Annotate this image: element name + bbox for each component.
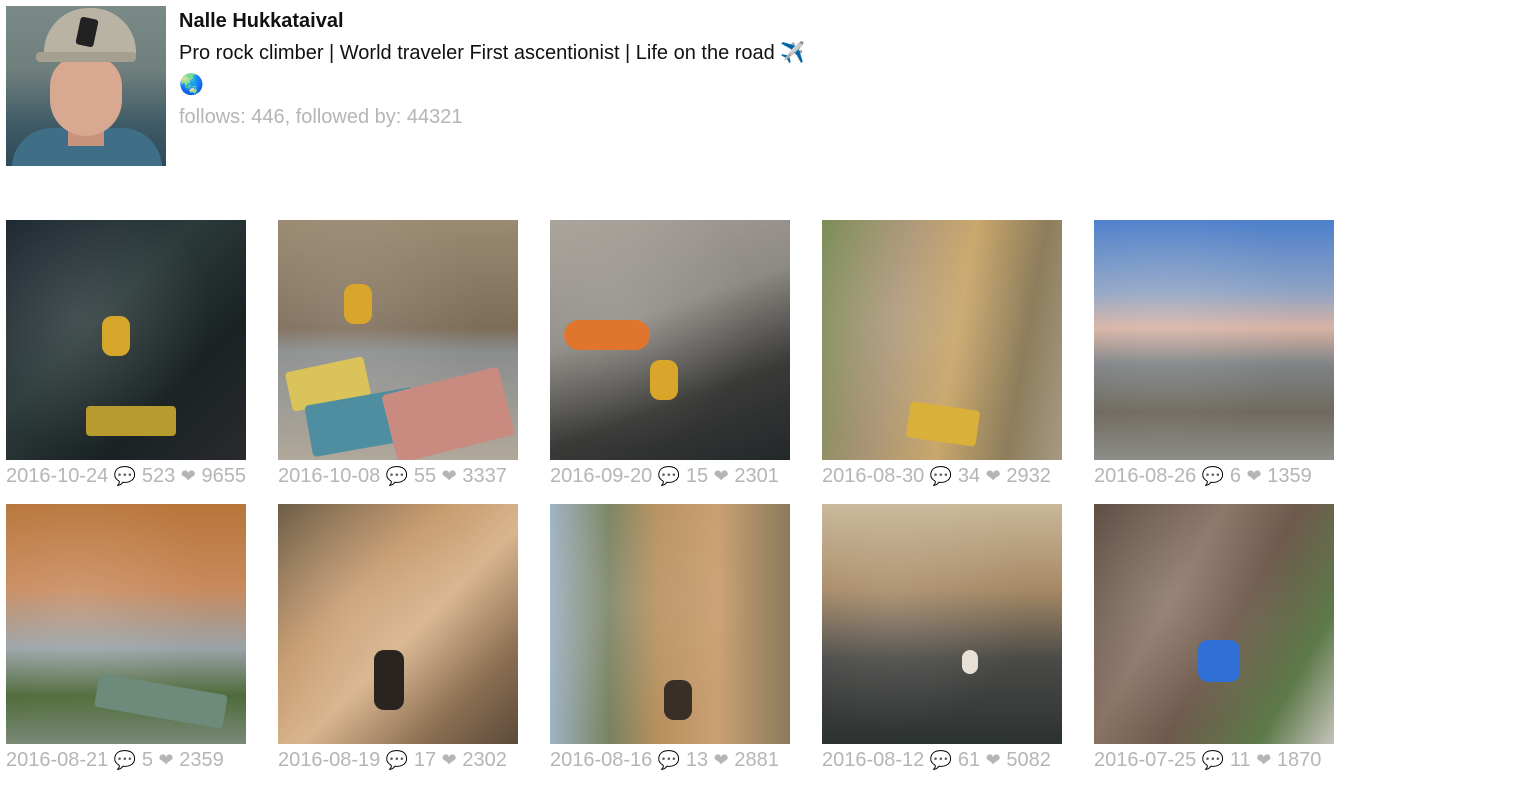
post-photo[interactable] xyxy=(822,220,1062,460)
comment-count: 13 xyxy=(685,749,709,771)
profile-bio: Pro rock climber | World traveler First … xyxy=(179,42,806,96)
heart-icon: ❤ xyxy=(713,750,729,770)
post-item: 2016-08-19 💬 17 ❤ 2302 xyxy=(278,504,550,788)
comment-count: 11 xyxy=(1229,749,1251,771)
post-row: 2016-10-24 💬 523 ❤ 9655 2016-10-08 💬 55 … xyxy=(6,220,1506,504)
post-photo[interactable] xyxy=(278,504,518,744)
comment-count: 523 xyxy=(141,465,176,487)
comment-icon: 💬 xyxy=(113,750,137,770)
post-photo[interactable] xyxy=(550,220,790,460)
post-caption: 2016-08-12 💬 61 ❤ 5082 xyxy=(822,744,1094,776)
post-photo[interactable] xyxy=(6,220,246,460)
comment-icon: 💬 xyxy=(657,750,681,770)
heart-icon: ❤ xyxy=(985,466,1001,486)
post-caption: 2016-08-16 💬 13 ❤ 2881 xyxy=(550,744,822,776)
post-item: 2016-10-08 💬 55 ❤ 3337 xyxy=(278,220,550,504)
comment-count: 55 xyxy=(413,465,437,487)
like-count: 3337 xyxy=(462,465,507,487)
profile-name[interactable]: Nalle Hukkataival xyxy=(179,11,819,31)
post-caption: 2016-08-26 💬 6 ❤ 1359 xyxy=(1094,460,1366,492)
post-date: 2016-08-21 xyxy=(6,749,109,771)
post-photo[interactable] xyxy=(278,220,518,460)
post-date: 2016-08-12 xyxy=(822,749,925,771)
post-date: 2016-08-26 xyxy=(1094,465,1197,487)
like-count: 2301 xyxy=(734,465,779,487)
comment-count: 34 xyxy=(957,465,981,487)
post-grid: 2016-10-24 💬 523 ❤ 9655 2016-10-08 💬 55 … xyxy=(6,220,1506,788)
post-date: 2016-10-08 xyxy=(278,465,381,487)
like-count: 1359 xyxy=(1267,465,1312,487)
post-date: 2016-08-19 xyxy=(278,749,381,771)
like-count: 2932 xyxy=(1006,465,1051,487)
post-caption: 2016-10-08 💬 55 ❤ 3337 xyxy=(278,460,550,492)
post-date: 2016-08-30 xyxy=(822,465,925,487)
post-photo[interactable] xyxy=(1094,504,1334,744)
comment-icon: 💬 xyxy=(385,750,409,770)
profile-stats: follows: 446, followed by: 44321 xyxy=(179,106,463,128)
post-item: 2016-07-25 💬 11 ❤ 1870 xyxy=(1094,504,1366,788)
post-item: 2016-08-30 💬 34 ❤ 2932 xyxy=(822,220,1094,504)
like-count: 2359 xyxy=(179,749,224,771)
post-item: 2016-08-26 💬 6 ❤ 1359 xyxy=(1094,220,1366,504)
comment-icon: 💬 xyxy=(1201,750,1225,770)
heart-icon: ❤ xyxy=(985,750,1001,770)
post-item: 2016-10-24 💬 523 ❤ 9655 xyxy=(6,220,278,504)
avatar[interactable] xyxy=(6,6,166,166)
heart-icon: ❤ xyxy=(1256,750,1272,770)
post-item: 2016-08-16 💬 13 ❤ 2881 xyxy=(550,504,822,788)
comment-icon: 💬 xyxy=(1201,466,1225,486)
post-caption: 2016-09-20 💬 15 ❤ 2301 xyxy=(550,460,822,492)
post-date: 2016-09-20 xyxy=(550,465,653,487)
heart-icon: ❤ xyxy=(713,466,729,486)
comment-count: 15 xyxy=(685,465,709,487)
like-count: 1870 xyxy=(1276,749,1322,771)
post-caption: 2016-08-21 💬 5 ❤ 2359 xyxy=(6,744,278,776)
comment-icon: 💬 xyxy=(657,466,681,486)
profile-info: Nalle Hukkataival Pro rock climber | Wor… xyxy=(179,6,819,166)
post-item: 2016-08-21 💬 5 ❤ 2359 xyxy=(6,504,278,788)
post-photo[interactable] xyxy=(550,504,790,744)
heart-icon: ❤ xyxy=(180,466,196,486)
comment-icon: 💬 xyxy=(929,466,953,486)
comment-icon: 💬 xyxy=(113,466,137,486)
comment-icon: 💬 xyxy=(929,750,953,770)
post-date: 2016-07-25 xyxy=(1094,749,1197,771)
post-caption: 2016-08-19 💬 17 ❤ 2302 xyxy=(278,744,550,776)
comment-count: 5 xyxy=(141,749,153,771)
post-item: 2016-08-12 💬 61 ❤ 5082 xyxy=(822,504,1094,788)
comment-count: 6 xyxy=(1229,465,1241,487)
comment-count: 61 xyxy=(957,749,981,771)
post-item: 2016-09-20 💬 15 ❤ 2301 xyxy=(550,220,822,504)
post-photo[interactable] xyxy=(6,504,246,744)
post-photo[interactable] xyxy=(1094,220,1334,460)
heart-icon: ❤ xyxy=(441,466,457,486)
heart-icon: ❤ xyxy=(441,750,457,770)
post-date: 2016-08-16 xyxy=(550,749,653,771)
heart-icon: ❤ xyxy=(1246,466,1262,486)
post-caption: 2016-07-25 💬 11 ❤ 1870 xyxy=(1094,744,1366,776)
post-photo[interactable] xyxy=(822,504,1062,744)
like-count: 9655 xyxy=(201,465,246,487)
like-count: 2302 xyxy=(462,749,507,771)
post-caption: 2016-08-30 💬 34 ❤ 2932 xyxy=(822,460,1094,492)
heart-icon: ❤ xyxy=(158,750,174,770)
post-row: 2016-08-21 💬 5 ❤ 2359 2016-08-19 💬 17 ❤ … xyxy=(6,504,1506,788)
like-count: 2881 xyxy=(734,749,779,771)
comment-count: 17 xyxy=(413,749,437,771)
profile-header: Nalle Hukkataival Pro rock climber | Wor… xyxy=(6,6,819,166)
post-date: 2016-10-24 xyxy=(6,465,109,487)
like-count: 5082 xyxy=(1006,749,1051,771)
comment-icon: 💬 xyxy=(385,466,409,486)
post-caption: 2016-10-24 💬 523 ❤ 9655 xyxy=(6,460,278,492)
